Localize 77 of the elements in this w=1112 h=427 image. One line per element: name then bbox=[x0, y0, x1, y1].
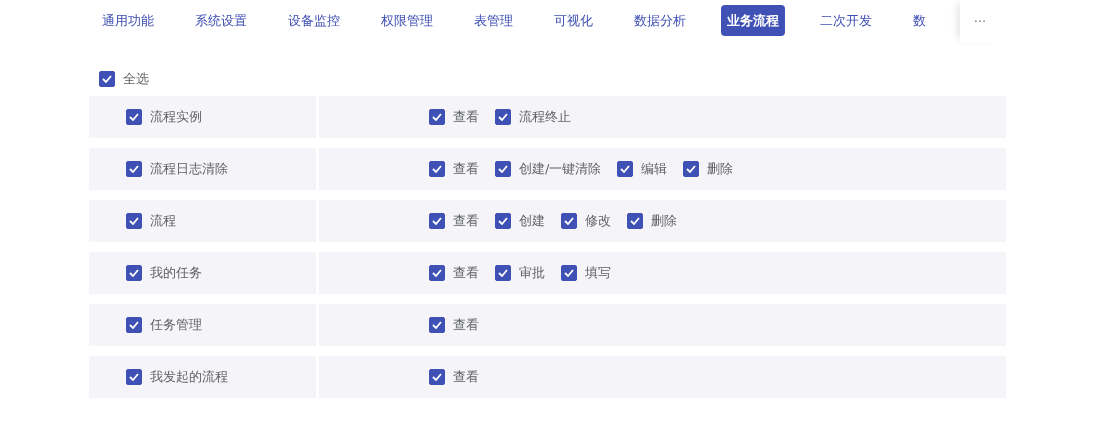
checkbox[interactable] bbox=[495, 213, 511, 229]
checkbox[interactable] bbox=[627, 213, 643, 229]
tab[interactable]: 业务流程 bbox=[721, 5, 785, 36]
checkbox[interactable] bbox=[126, 369, 142, 385]
checkbox-label: 查看 bbox=[453, 316, 479, 335]
checkbox-label: 我发起的流程 bbox=[150, 368, 228, 387]
checkbox-label: 流程终止 bbox=[519, 108, 571, 127]
check-icon bbox=[129, 373, 139, 381]
tab[interactable]: 通用功能 bbox=[96, 5, 160, 36]
checkbox-label: 查看 bbox=[453, 212, 479, 231]
check-icon bbox=[129, 113, 139, 121]
check-icon bbox=[102, 74, 112, 83]
checkbox-label: 创建 bbox=[519, 212, 545, 231]
checkbox-label: 创建/一键清除 bbox=[519, 160, 602, 179]
check-icon bbox=[498, 269, 508, 277]
tab[interactable]: 权限管理 bbox=[375, 5, 439, 36]
check-icon bbox=[498, 217, 508, 225]
tab[interactable]: 数 bbox=[907, 5, 932, 36]
checkbox-label: 修改 bbox=[585, 212, 611, 231]
checkbox[interactable] bbox=[429, 213, 445, 229]
checkbox[interactable] bbox=[429, 369, 445, 385]
tab[interactable]: 表管理 bbox=[468, 5, 519, 36]
check-icon bbox=[432, 165, 442, 173]
checkbox[interactable] bbox=[126, 161, 142, 177]
checkbox[interactable] bbox=[561, 213, 577, 229]
checkbox[interactable] bbox=[561, 265, 577, 281]
checkbox-label: 填写 bbox=[585, 264, 611, 283]
checkbox-label: 全选 bbox=[123, 69, 149, 88]
checkbox-label: 查看 bbox=[453, 160, 479, 179]
checkbox[interactable] bbox=[126, 213, 142, 229]
more-tabs-button[interactable]: ··· bbox=[960, 0, 1000, 43]
check-icon bbox=[432, 373, 442, 381]
checkbox[interactable] bbox=[429, 265, 445, 281]
check-icon bbox=[129, 217, 139, 225]
checkbox-label: 流程日志清除 bbox=[150, 160, 228, 179]
checkbox-label: 审批 bbox=[519, 264, 545, 283]
checkbox-label: 编辑 bbox=[641, 160, 668, 179]
checkbox-label: 流程 bbox=[150, 212, 176, 231]
check-icon bbox=[129, 165, 139, 173]
check-icon bbox=[686, 165, 697, 173]
checkbox-label: 查看 bbox=[453, 108, 479, 127]
check-icon bbox=[129, 321, 139, 329]
checkbox[interactable] bbox=[429, 109, 445, 125]
checkbox[interactable] bbox=[495, 161, 511, 177]
checkbox-label: 查看 bbox=[453, 264, 479, 283]
checkbox[interactable] bbox=[99, 70, 115, 87]
check-icon bbox=[432, 217, 442, 225]
checkbox[interactable] bbox=[617, 161, 634, 177]
check-icon bbox=[129, 269, 139, 277]
tab[interactable]: 数据分析 bbox=[628, 5, 692, 36]
check-icon bbox=[620, 165, 631, 173]
checkbox-label: 查看 bbox=[453, 368, 479, 387]
checkbox[interactable] bbox=[495, 265, 511, 281]
tab[interactable]: 二次开发 bbox=[814, 5, 878, 36]
checkbox[interactable] bbox=[126, 109, 142, 125]
check-icon bbox=[564, 217, 574, 225]
checkbox[interactable] bbox=[126, 265, 142, 281]
check-icon bbox=[498, 113, 508, 121]
tab[interactable]: 系统设置 bbox=[189, 5, 253, 36]
check-icon bbox=[498, 165, 508, 173]
tab[interactable]: 可视化 bbox=[548, 5, 599, 36]
check-icon bbox=[432, 269, 442, 277]
check-icon bbox=[432, 113, 442, 121]
checkbox[interactable] bbox=[683, 161, 700, 177]
checkbox-label: 我的任务 bbox=[150, 264, 202, 283]
checkbox-label: 流程实例 bbox=[150, 108, 202, 127]
checkbox-label: 删除 bbox=[707, 160, 734, 179]
check-icon bbox=[432, 321, 442, 329]
checkbox-label: 删除 bbox=[651, 212, 677, 231]
check-icon bbox=[630, 217, 640, 225]
checkbox-label: 任务管理 bbox=[150, 316, 202, 335]
checkbox[interactable] bbox=[495, 109, 511, 125]
check-icon bbox=[564, 269, 574, 277]
checkbox[interactable] bbox=[429, 161, 445, 177]
checkbox[interactable] bbox=[126, 317, 142, 333]
tab[interactable]: 设备监控 bbox=[282, 5, 346, 36]
checkbox[interactable] bbox=[429, 317, 445, 333]
